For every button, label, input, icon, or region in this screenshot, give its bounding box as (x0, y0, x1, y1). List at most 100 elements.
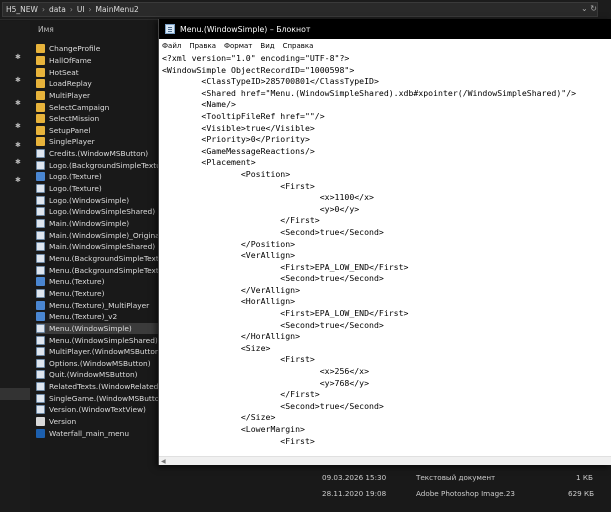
document-text[interactable]: <?xml version="1.0" encoding="UTF-8"?> <… (159, 53, 611, 447)
pin-icon[interactable]: ✱ (15, 53, 21, 61)
image-file-icon (36, 312, 45, 322)
crumb-data[interactable]: data (49, 5, 66, 14)
list-item[interactable]: Menu.(WindowSimple) (36, 322, 166, 335)
breadcrumb[interactable]: H5_NEW › data › UI › MainMenu2 (2, 2, 598, 17)
image-file-icon (36, 172, 45, 182)
list-item-label: Logo.(WindowSimpleShared) (49, 207, 156, 217)
list-item-label: MultiPlayer (49, 90, 91, 100)
list-item[interactable]: MultiPlayer.(WindowMSButton (36, 346, 160, 358)
list-item[interactable]: Menu.(WindowSimpleShared) (36, 334, 158, 346)
file-icon (36, 370, 45, 380)
list-item[interactable]: Version.(WindowTextView) (36, 404, 146, 416)
list-item[interactable]: LoadReplay (36, 78, 92, 90)
address-bar: H5_NEW › data › UI › MainMenu2 ⌄ ↻ (0, 0, 611, 20)
chevron-right-icon: › (69, 5, 73, 14)
file-icon (36, 265, 45, 275)
list-item-label: Logo.(Texture) (49, 172, 102, 182)
list-item[interactable]: SelectCampaign (36, 101, 109, 113)
list-item-label: SetupPanel (49, 125, 91, 135)
list-item-label: SinglePlayer (49, 137, 95, 147)
pin-icon[interactable]: ✱ (15, 158, 21, 166)
crumb-mainmenu2[interactable]: MainMenu2 (96, 5, 139, 14)
list-item[interactable]: SetupPanel (36, 125, 90, 137)
list-item-label: Menu.(WindowSimpleShared) (49, 335, 158, 345)
list-item-label: LoadReplay (49, 79, 92, 89)
horizontal-scrollbar[interactable]: ◀ (159, 456, 611, 465)
list-item[interactable]: Main.(WindowSimpleShared) (36, 241, 155, 253)
list-item-label: Main.(WindowSimpleShared) (49, 242, 156, 252)
chevron-right-icon: › (88, 5, 92, 14)
list-item[interactable]: Quit.(WindowMSButton) (36, 369, 138, 381)
file-size: 1 КБ (576, 473, 593, 482)
folder-icon (36, 67, 45, 77)
notepad-window[interactable]: Menu.(WindowSimple) – Блокнот Файл Правк… (158, 19, 611, 465)
file-type: Adobe Photoshop Image.23 (416, 489, 516, 498)
chevron-right-icon: › (41, 5, 45, 14)
list-item[interactable]: Waterfall_main_menu (36, 427, 129, 439)
list-item-label: Version.(WindowTextView) (49, 405, 146, 415)
pin-icon[interactable]: ✱ (15, 176, 21, 184)
list-item[interactable]: Menu.(Texture) (36, 276, 104, 288)
list-item[interactable]: Options.(WindowMSButton) (36, 358, 151, 370)
list-item[interactable]: Version (36, 416, 76, 428)
image-file-icon (36, 428, 45, 438)
nav-selected-item[interactable] (0, 388, 30, 400)
list-item[interactable]: Main.(WindowSimple) (36, 218, 129, 230)
file-icon (36, 417, 45, 427)
file-icon (36, 335, 45, 345)
list-item[interactable]: ChangeProfile (36, 43, 100, 55)
list-item[interactable]: MultiPlayer (36, 90, 90, 102)
list-item[interactable]: SingleGame.(WindowMSButtor (36, 393, 162, 405)
list-item[interactable]: Main.(WindowSimple)_Original (36, 229, 162, 241)
menu-edit[interactable]: Правка (189, 42, 216, 50)
menu-view[interactable]: Вид (260, 42, 274, 50)
list-item-label: Main.(WindowSimple) (49, 219, 130, 229)
list-item[interactable]: Logo.(WindowSimple) (36, 194, 129, 206)
pin-icon[interactable]: ✱ (15, 76, 21, 84)
list-item[interactable]: Menu.(Texture)_v2 (36, 311, 117, 323)
list-item-label: Logo.(BackgroundSimpleTextur (49, 160, 164, 170)
list-item[interactable]: Logo.(Texture) (36, 171, 102, 183)
column-header-name[interactable]: Имя (38, 25, 54, 34)
list-item[interactable]: Menu.(Texture)_MultiPlayer (36, 299, 149, 311)
file-icon (36, 160, 45, 170)
list-item[interactable]: SinglePlayer (36, 136, 95, 148)
menu-format[interactable]: Формат (224, 42, 252, 50)
list-item[interactable]: RelatedTexts.(WindowRelatedTe (36, 381, 166, 393)
list-item[interactable]: SelectMission (36, 113, 99, 125)
crumb-ui[interactable]: UI (77, 5, 85, 14)
refresh-icon[interactable]: ⌄ ↻ (581, 4, 597, 13)
list-item[interactable]: HallOfFame (36, 55, 91, 67)
pin-icon[interactable]: ✱ (15, 99, 21, 107)
file-icon (36, 405, 45, 415)
file-icon (36, 393, 45, 403)
list-item-label: Menu.(Texture)_MultiPlayer (49, 300, 150, 310)
list-item[interactable]: Credits.(WindowMSButton) (36, 148, 148, 160)
file-icon (36, 149, 45, 159)
menu-help[interactable]: Справка (283, 42, 314, 50)
menu-file[interactable]: Файл (162, 42, 181, 50)
list-item[interactable]: Logo.(Texture) (36, 183, 102, 195)
menu-bar: Файл Правка Формат Вид Справка (159, 39, 611, 52)
folder-icon (36, 90, 45, 100)
list-item-label: Menu.(BackgroundSimpleTextu (49, 253, 164, 263)
list-item[interactable]: Menu.(BackgroundSimpleTextu (36, 264, 163, 276)
notepad-icon (165, 24, 175, 34)
crumb-h5-new[interactable]: H5_NEW (6, 5, 38, 14)
list-item[interactable]: Menu.(Texture) (36, 288, 104, 300)
pin-icon[interactable]: ✱ (15, 122, 21, 130)
pin-icon[interactable]: ✱ (15, 141, 21, 149)
list-item-label: Menu.(Texture) (49, 277, 105, 287)
file-icon (36, 219, 45, 229)
file-icon (36, 358, 45, 368)
notepad-title-bar[interactable]: Menu.(WindowSimple) – Блокнот (159, 19, 611, 39)
list-item-label: SelectMission (49, 114, 100, 124)
text-editor-area[interactable]: <?xml version="1.0" encoding="UTF-8"?> <… (159, 53, 611, 456)
list-item[interactable]: Menu.(BackgroundSimpleTextu (36, 253, 163, 265)
list-item[interactable]: Logo.(WindowSimpleShared) (36, 206, 155, 218)
folder-icon (36, 125, 45, 135)
list-item[interactable]: Logo.(BackgroundSimpleTextur (36, 160, 164, 172)
file-icon (36, 288, 45, 298)
list-item[interactable]: HotSeat (36, 66, 79, 78)
scroll-left-icon[interactable]: ◀ (161, 458, 166, 465)
